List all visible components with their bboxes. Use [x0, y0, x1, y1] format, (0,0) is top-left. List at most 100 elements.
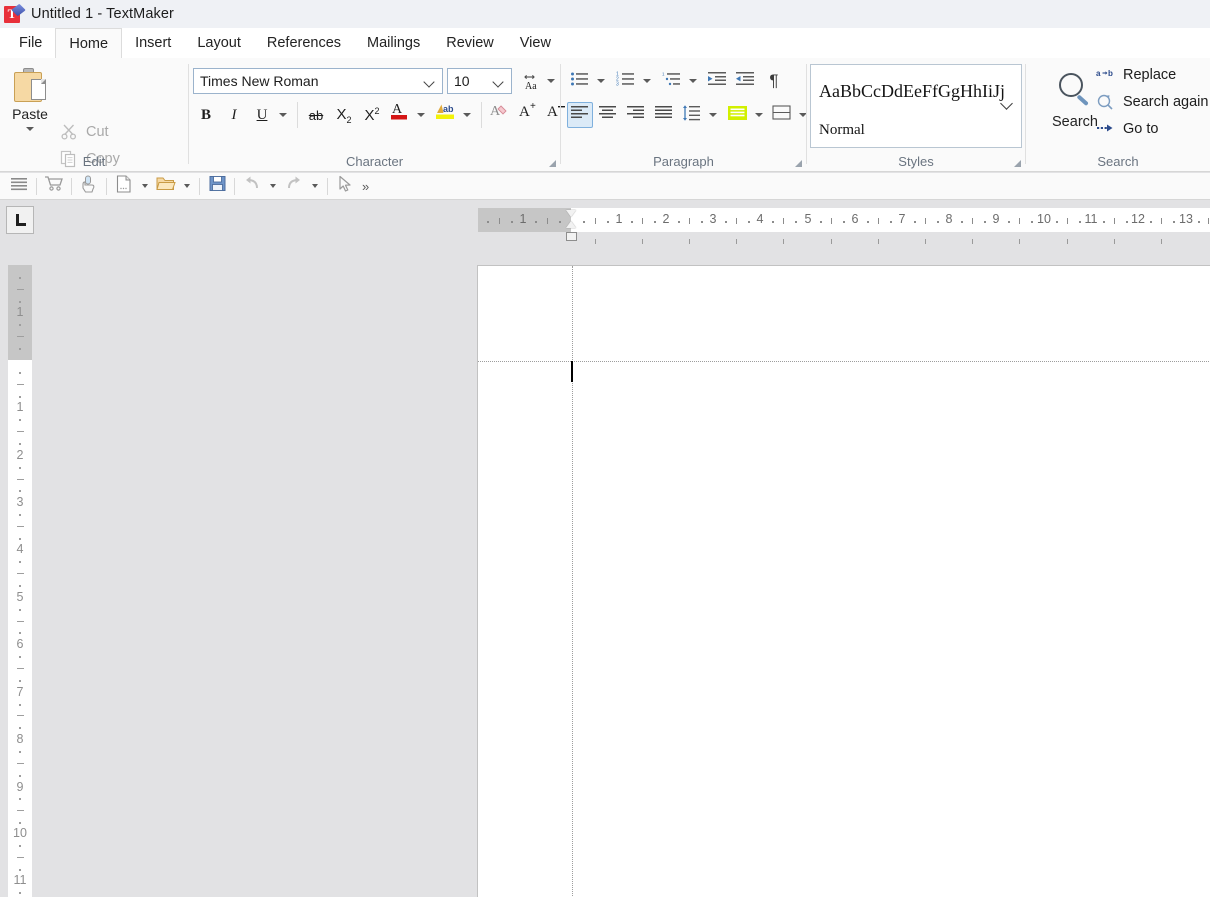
- toolbar-separator: [481, 102, 482, 128]
- svg-text:A: A: [519, 104, 530, 120]
- font-size-combo[interactable]: 10: [447, 68, 512, 94]
- paste-dropdown-caret-icon[interactable]: [26, 127, 34, 131]
- hruler-number-11: 11: [1085, 212, 1098, 226]
- open-file-caret-icon[interactable]: [179, 174, 195, 198]
- redo-arrow-icon: [284, 175, 304, 197]
- redo-caret-icon[interactable]: [307, 174, 323, 198]
- cut-button[interactable]: Cut: [60, 120, 109, 144]
- bullet-list-button[interactable]: [567, 68, 593, 94]
- touch-mode-button[interactable]: [76, 174, 102, 198]
- increase-indent-button[interactable]: [705, 68, 731, 94]
- numbered-list-caret-icon[interactable]: [643, 79, 651, 83]
- open-file-button[interactable]: [153, 174, 179, 198]
- save-button[interactable]: [204, 174, 230, 198]
- font-name-combo[interactable]: Times New Roman: [193, 68, 443, 94]
- show-formatting-button[interactable]: ¶: [761, 68, 787, 94]
- numbered-list-icon: 1 2 3: [616, 70, 636, 92]
- tab-review[interactable]: Review: [433, 28, 507, 58]
- new-document-caret-icon[interactable]: [137, 174, 153, 198]
- tab-home[interactable]: Home: [55, 28, 122, 58]
- style-preview-text: AaBbCcDdEeFfGgHhIiJj: [819, 81, 1005, 102]
- vertical-ruler[interactable]: 1 1 2 3 4 5 6: [8, 265, 32, 897]
- svg-text:A: A: [547, 104, 558, 120]
- italic-button[interactable]: I: [221, 102, 247, 128]
- vruler-number-5: 5: [17, 590, 24, 604]
- align-left-button[interactable]: [567, 102, 593, 128]
- subscript-icon: X2: [336, 106, 351, 125]
- menu-lines-button[interactable]: [6, 174, 32, 198]
- tab-view[interactable]: View: [507, 28, 564, 58]
- highlight-caret-icon[interactable]: [463, 113, 471, 117]
- line-spacing-button[interactable]: [679, 102, 705, 128]
- multilevel-list-button[interactable]: 1: [659, 68, 685, 94]
- ribbon-group-character-label: Character: [189, 154, 560, 169]
- style-gallery-box[interactable]: AaBbCcDdEeFfGgHhIiJj Normal: [810, 64, 1022, 148]
- subscript-button[interactable]: X2: [331, 102, 357, 128]
- shop-button[interactable]: [41, 174, 67, 198]
- tab-stop-selector[interactable]: [6, 206, 34, 234]
- decrease-indent-button[interactable]: [733, 68, 759, 94]
- decrease-indent-icon: [736, 70, 756, 92]
- line-spacing-caret-icon[interactable]: [709, 113, 717, 117]
- italic-icon: I: [232, 107, 237, 124]
- new-document-icon: [116, 175, 132, 198]
- style-name-label: Normal: [819, 122, 865, 139]
- superscript-button[interactable]: X2: [359, 102, 385, 128]
- font-color-caret-icon[interactable]: [417, 113, 425, 117]
- open-folder-icon: [156, 175, 176, 197]
- replace-button[interactable]: a b Replace: [1096, 63, 1176, 87]
- change-case-caret-icon[interactable]: [547, 79, 555, 83]
- styles-dialog-launcher[interactable]: [1014, 160, 1021, 167]
- paste-button[interactable]: Paste: [8, 64, 52, 150]
- shading-button[interactable]: [725, 102, 751, 128]
- tab-references[interactable]: References: [254, 28, 354, 58]
- clear-formatting-button[interactable]: A: [487, 100, 513, 126]
- align-center-button[interactable]: [595, 102, 621, 128]
- redo-button[interactable]: [281, 174, 307, 198]
- floppy-save-icon: [209, 175, 226, 197]
- font-color-button[interactable]: A: [387, 100, 413, 126]
- pilcrow-icon: ¶: [769, 71, 778, 91]
- change-case-button[interactable]: Aa: [517, 68, 543, 94]
- chevron-down-icon[interactable]: [1001, 97, 1014, 110]
- go-to-button[interactable]: Go to: [1096, 117, 1158, 141]
- tab-mailings[interactable]: Mailings: [354, 28, 433, 58]
- paragraph-dialog-launcher[interactable]: [795, 160, 802, 167]
- new-document-button[interactable]: [111, 174, 137, 198]
- tab-layout[interactable]: Layout: [184, 28, 254, 58]
- highlight-button[interactable]: ab: [433, 100, 459, 126]
- toolbar-overflow-button[interactable]: »: [358, 179, 373, 194]
- document-page[interactable]: [477, 265, 1210, 897]
- chevron-down-icon[interactable]: [424, 76, 435, 87]
- cut-button-label: Cut: [86, 124, 109, 140]
- character-dialog-launcher[interactable]: [549, 160, 556, 167]
- multilevel-list-caret-icon[interactable]: [689, 79, 697, 83]
- grow-font-button[interactable]: A +: [515, 100, 541, 126]
- undo-caret-icon[interactable]: [265, 174, 281, 198]
- shading-caret-icon[interactable]: [755, 113, 763, 117]
- left-indent-marker[interactable]: [566, 232, 577, 241]
- numbered-list-button[interactable]: 1 2 3: [613, 68, 639, 94]
- underline-button[interactable]: U: [249, 102, 275, 128]
- tab-file[interactable]: File: [6, 28, 55, 58]
- bullet-list-caret-icon[interactable]: [597, 79, 605, 83]
- borders-button[interactable]: [769, 102, 795, 128]
- toolbar-separator: [297, 102, 298, 128]
- ribbon-group-search-label: Search: [1026, 154, 1210, 169]
- undo-button[interactable]: [239, 174, 265, 198]
- tab-insert[interactable]: Insert: [122, 28, 184, 58]
- chevron-down-icon[interactable]: [493, 76, 504, 87]
- bold-button[interactable]: B: [193, 102, 219, 128]
- select-object-button[interactable]: [332, 174, 358, 198]
- underline-icon: U: [257, 107, 268, 124]
- vruler-number-3: 3: [17, 495, 24, 509]
- hanging-indent-marker[interactable]: [566, 221, 576, 228]
- underline-caret-icon[interactable]: [279, 113, 287, 117]
- horizontal-ruler[interactable]: 1 1 2 3 4 5: [478, 208, 1210, 232]
- toolbar-separator: [71, 178, 72, 195]
- strikethrough-button[interactable]: ab: [303, 102, 329, 128]
- justify-button[interactable]: [651, 102, 677, 128]
- first-line-indent-marker[interactable]: [566, 210, 576, 217]
- align-right-button[interactable]: [623, 102, 649, 128]
- search-again-button[interactable]: Search again: [1096, 90, 1208, 114]
